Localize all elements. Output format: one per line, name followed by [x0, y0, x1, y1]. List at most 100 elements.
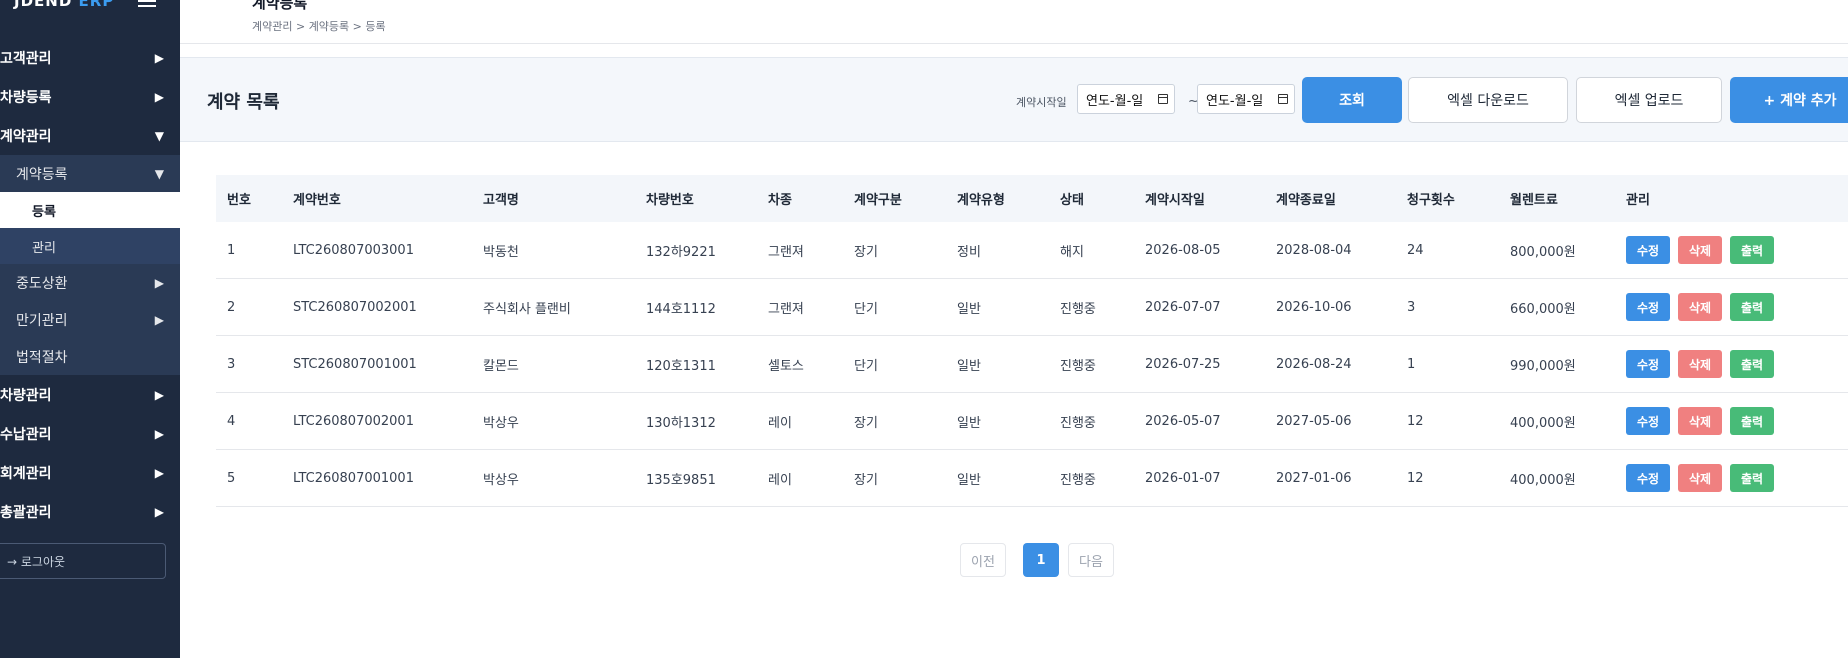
chevron-right-icon: ▶ [154, 387, 164, 402]
edit-button[interactable]: 수정 [1626, 464, 1670, 492]
table-cell: 990,000원 [1510, 358, 1576, 374]
table-cell: 정비 [957, 244, 981, 260]
table-cell: 일반 [957, 301, 981, 317]
table-cell: 2026-07-25 [1145, 356, 1221, 372]
brand-main: JDEND [14, 0, 73, 10]
sidebar-item-maturity[interactable]: 만기관리 ▶ [0, 301, 180, 338]
excel-download-button[interactable]: 엑셀 다운로드 [1408, 77, 1568, 123]
date-filter-label: 계약시작일 [1016, 96, 1067, 109]
table-cell: 일반 [957, 415, 981, 431]
print-button[interactable]: 출력 [1730, 236, 1774, 264]
pagination-page-button[interactable]: 1 [1023, 543, 1059, 577]
delete-button[interactable]: 삭제 [1678, 407, 1722, 435]
sidebar-item-label: 계약등록 [16, 166, 68, 183]
column-header: 상태 [1060, 193, 1084, 208]
page-title: 계약등록 [252, 0, 308, 12]
chevron-right-icon: ▶ [154, 426, 164, 441]
date-placeholder: 연도-월-일 [1206, 93, 1264, 109]
column-header: 계약유형 [957, 193, 1005, 208]
delete-button[interactable]: 삭제 [1678, 350, 1722, 378]
delete-button[interactable]: 삭제 [1678, 464, 1722, 492]
delete-button[interactable]: 삭제 [1678, 293, 1722, 321]
table-cell: 2026-07-07 [1145, 299, 1221, 315]
section-title: 계약 목록 [207, 92, 280, 113]
table-cell: 박상우 [483, 472, 519, 488]
add-contract-button[interactable]: + 계약 추가 [1730, 77, 1848, 123]
table-cell: 2026-08-24 [1276, 356, 1352, 372]
table-cell: 12 [1407, 413, 1424, 429]
print-button[interactable]: 출력 [1730, 464, 1774, 492]
column-header: 번호 [227, 193, 251, 208]
row-actions: 수정 삭제 출력 [1615, 236, 1848, 264]
table-cell: 진행중 [1060, 472, 1096, 488]
end-date-input[interactable]: 연도-월-일 [1197, 84, 1295, 114]
page-header: 계약등록 계약관리 > 계약등록 > 등록 [180, 0, 1848, 44]
sidebar-item-payment[interactable]: 수납관리 ▶ [0, 414, 180, 453]
column-header: 청구횟수 [1407, 193, 1455, 208]
print-button[interactable]: 출력 [1730, 407, 1774, 435]
calendar-icon[interactable] [1158, 94, 1168, 104]
table-cell: 120호1311 [646, 358, 716, 374]
sidebar-item-label: 계약관리 [0, 128, 52, 145]
print-button[interactable]: 출력 [1730, 293, 1774, 321]
chevron-right-icon: ▶ [154, 89, 164, 104]
pagination-next-button[interactable]: 다음 [1068, 543, 1114, 577]
table-cell: 장기 [854, 472, 878, 488]
edit-button[interactable]: 수정 [1626, 236, 1670, 264]
table-cell: STC260807001001 [293, 356, 417, 372]
search-button[interactable]: 조회 [1302, 77, 1402, 123]
sidebar-item-contract[interactable]: 계약관리 ▼ [0, 116, 180, 155]
table-cell: 그랜져 [768, 301, 804, 317]
sidebar-item-contract-registration[interactable]: 계약등록 ▼ [0, 155, 180, 192]
sidebar-item-label: 차량등록 [0, 89, 52, 106]
pagination-prev-button[interactable]: 이전 [960, 543, 1006, 577]
print-button[interactable]: 출력 [1730, 350, 1774, 378]
delete-button[interactable]: 삭제 [1678, 236, 1722, 264]
table-cell: 장기 [854, 244, 878, 260]
table-cell: 2 [227, 299, 236, 315]
table-cell: 2026-01-07 [1145, 470, 1221, 486]
edit-button[interactable]: 수정 [1626, 293, 1670, 321]
sidebar-item-early-return[interactable]: 중도상환 ▶ [0, 264, 180, 301]
sidebar-item-accounting[interactable]: 회계관리 ▶ [0, 453, 180, 492]
table-cell: LTC260807001001 [293, 470, 414, 486]
table-cell: 2026-05-07 [1145, 413, 1221, 429]
table-cell: 해지 [1060, 244, 1084, 260]
edit-button[interactable]: 수정 [1626, 350, 1670, 378]
column-header: 월렌트료 [1510, 193, 1558, 208]
table-cell: 5 [227, 470, 236, 486]
table-cell: 그랜져 [768, 244, 804, 260]
table-cell: 진행중 [1060, 301, 1096, 317]
sidebar-item-vehicle-registration[interactable]: 차량등록 ▶ [0, 77, 180, 116]
table-cell: 2027-05-06 [1276, 413, 1352, 429]
logout-button[interactable]: → 로그아웃 [0, 543, 166, 579]
excel-upload-button[interactable]: 엑셀 업로드 [1576, 77, 1722, 123]
table-cell: 3 [227, 356, 236, 372]
hamburger-menu-icon[interactable] [138, 0, 156, 10]
sidebar-item-general[interactable]: 총괄관리 ▶ [0, 492, 180, 531]
contract-registration-submenu: 등록 관리 [0, 192, 180, 264]
column-header: 계약시작일 [1145, 193, 1205, 208]
column-header: 관리 [1626, 193, 1650, 208]
sidebar-item-register[interactable]: 등록 [0, 192, 180, 228]
sidebar-item-manage[interactable]: 관리 [0, 228, 180, 264]
calendar-icon[interactable] [1278, 94, 1288, 104]
table-cell: 12 [1407, 470, 1424, 486]
column-header: 계약번호 [293, 193, 341, 208]
sidebar-item-vehicle-management[interactable]: 차량관리 ▶ [0, 375, 180, 414]
column-header: 차종 [768, 193, 792, 208]
brand-accent: ERP [78, 0, 115, 10]
sidebar-item-label: 수납관리 [0, 426, 52, 443]
row-actions: 수정 삭제 출력 [1615, 350, 1848, 378]
table-cell: 1 [227, 242, 236, 258]
table-row: 3 STC260807001001 칼몬드 120호1311 셀토스 단기 일반 진행중 202… [216, 336, 1848, 393]
sidebar-item-customer[interactable]: 고객관리 ▶ [0, 38, 180, 77]
table-cell: 일반 [957, 358, 981, 374]
chevron-right-icon: ▶ [154, 465, 164, 480]
sidebar-item-legal[interactable]: 법적절차 [0, 338, 180, 375]
edit-button[interactable]: 수정 [1626, 407, 1670, 435]
start-date-input[interactable]: 연도-월-일 [1077, 84, 1175, 114]
table-cell: 셀토스 [768, 358, 804, 374]
chevron-down-icon: ▼ [154, 128, 164, 143]
chevron-right-icon: ▶ [154, 275, 164, 290]
